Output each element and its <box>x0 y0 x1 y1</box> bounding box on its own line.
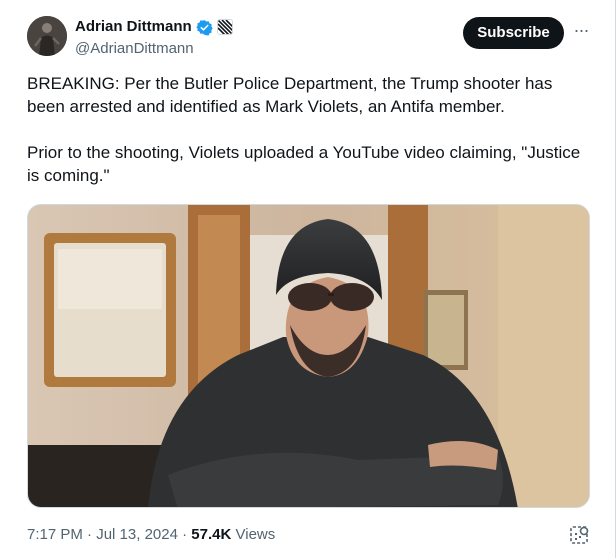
views-label: Views <box>235 526 276 543</box>
author-name-block: Adrian Dittmann @AdrianDittmann <box>75 17 233 59</box>
tweet-body: BREAKING: Per the Butler Police Departme… <box>27 72 593 187</box>
tweet-paragraph: Prior to the shooting, Violets uploaded … <box>27 143 581 185</box>
subscribe-button[interactable]: Subscribe <box>463 17 564 49</box>
views-count: 57.4K <box>191 526 232 543</box>
tweet-header: Adrian Dittmann @AdrianDittmann Subscrib… <box>27 16 597 60</box>
tweet-meta: 7:17 PM · Jul 13, 2024 · 57.4K Views <box>27 525 275 545</box>
author-avatar[interactable] <box>27 16 67 56</box>
meta-separator: · <box>82 526 97 543</box>
grok-analyze-icon[interactable] <box>569 524 591 546</box>
tweet-paragraph: BREAKING: Per the Butler Police Departme… <box>27 74 553 116</box>
meta-separator: · <box>177 526 192 543</box>
tweet-time[interactable]: 7:17 PM <box>27 526 83 543</box>
tweet-date[interactable]: Jul 13, 2024 <box>96 526 178 543</box>
author-name-row: Adrian Dittmann <box>75 17 233 37</box>
avatar-figure-icon <box>27 16 67 56</box>
verified-badge-icon[interactable] <box>195 19 213 36</box>
tweet-media-photo[interactable] <box>27 204 590 508</box>
author-display-name[interactable]: Adrian Dittmann <box>75 17 192 37</box>
more-horizontal-icon[interactable]: ··· <box>569 21 593 42</box>
author-handle[interactable]: @AdrianDittmann <box>75 39 233 59</box>
video-still-image <box>28 205 589 507</box>
square-badge-icon[interactable] <box>216 19 233 35</box>
tweet-card: Adrian Dittmann @AdrianDittmann Subscrib… <box>0 0 616 558</box>
